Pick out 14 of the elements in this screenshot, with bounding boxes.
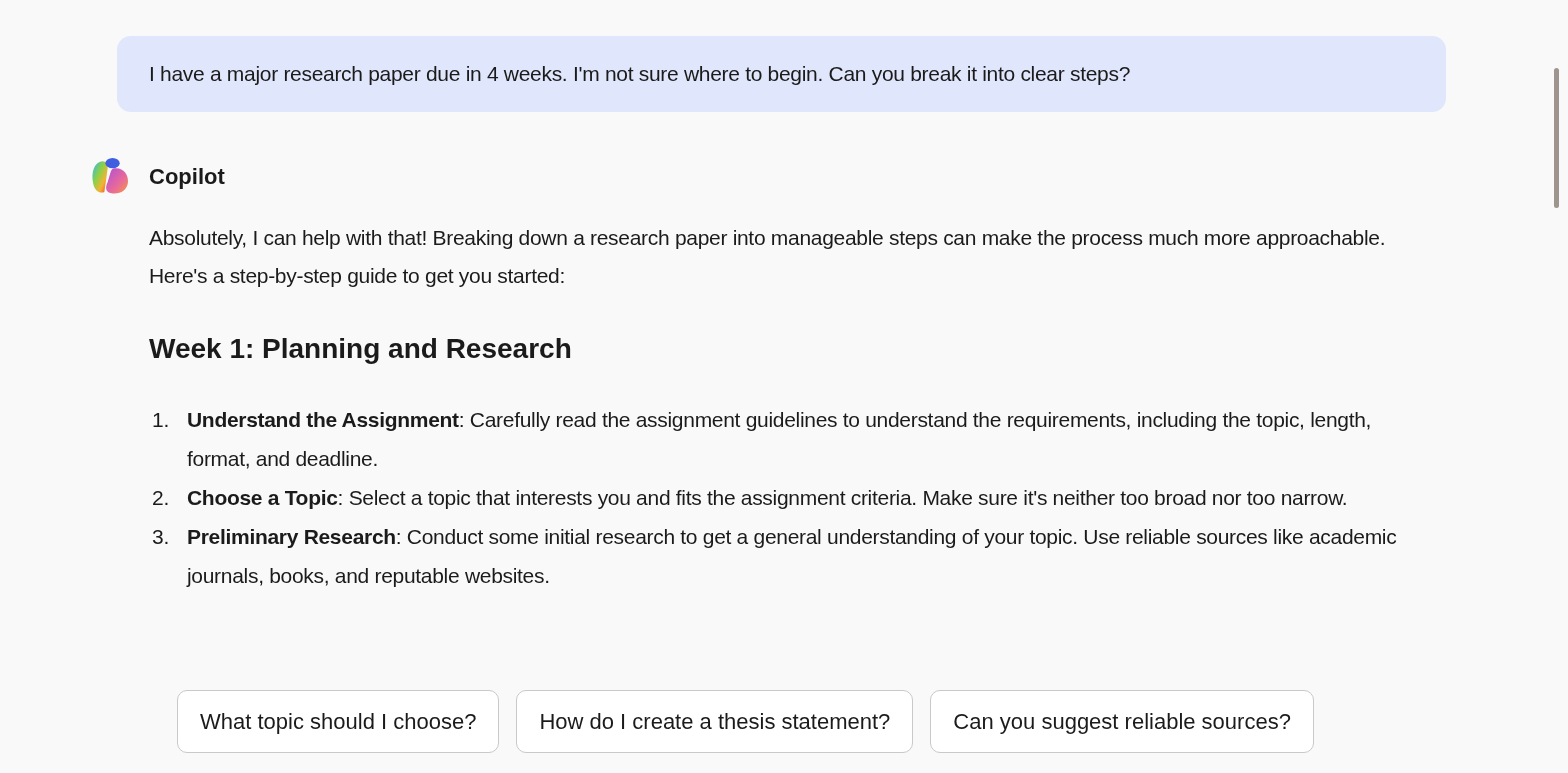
section-heading: Week 1: Planning and Research [149,332,573,366]
list-item-text: Choose a Topic: Select a topic that interests you and fits the assignment criteria. Make sure it's neither too broad nor too narrow. [187,485,1348,511]
suggestion-button[interactable]: What topic should I choose? [177,690,500,753]
suggestion-button[interactable]: How do I create a thesis statement? [516,690,914,753]
response-paragraph: Absolutely, I can help with that! Breaking down a research paper into manageable steps can make the process much more approachable. Here's a step-by-step guide to get you started: [149,225,1387,289]
list-item-text: Preliminary Research: Conduct some initial research to get a general understanding of your topic. Use reliable sources like academic journals, books, and reputable websites. [187,524,1398,589]
list-number: 1. [151,407,170,433]
scrollbar-thumb[interactable] [1554,68,1559,208]
list-number: 3. [151,524,170,550]
list-number: 2. [151,485,170,511]
assistant-name: Copilot [149,163,225,191]
suggestion-button[interactable]: Can you suggest reliable sources? [930,690,1314,753]
list-item-text: Understand the Assignment: Carefully read the assignment guidelines to understand the requirements, including the topic, length, format, and deadline. [187,407,1373,472]
user-message: I have a major research paper due in 4 weeks. I'm not sure where to begin. Can you break it into clear steps? [117,36,1446,112]
